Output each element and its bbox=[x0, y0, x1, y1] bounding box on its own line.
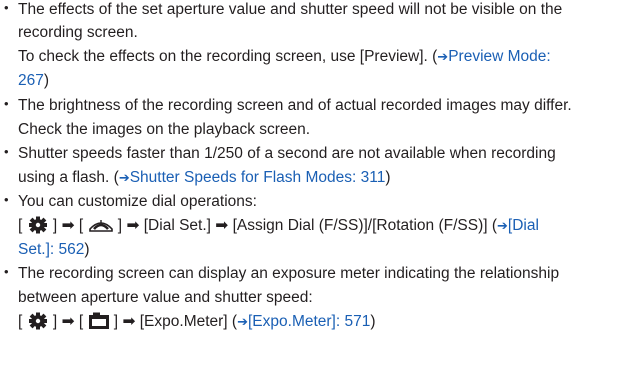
text-span: [ bbox=[78, 217, 88, 234]
text-line: The recording screen can display an expo… bbox=[18, 265, 560, 282]
text-line: The effects of the set aperture value an… bbox=[18, 1, 563, 18]
link-expo-meter[interactable]: [Expo.Meter]: 571 bbox=[248, 313, 370, 330]
text-line: Shutter speeds faster than 1/250 of a se… bbox=[18, 145, 556, 162]
text-span: [ bbox=[18, 313, 27, 330]
text-span: [ bbox=[18, 217, 27, 234]
camera-monitor-icon bbox=[88, 312, 110, 330]
text-line: 267) bbox=[18, 71, 49, 91]
manual-page: • The effects of the set aperture value … bbox=[0, 0, 635, 371]
bullet-marker: • bbox=[4, 192, 9, 207]
text-span: ) bbox=[370, 313, 376, 330]
gear-cog-icon bbox=[27, 312, 49, 330]
dial-icon bbox=[88, 216, 114, 234]
text-line: [ ] ➡ [ ] ➡ [Expo.Meter] (➔[Expo.Meter]:… bbox=[18, 312, 376, 332]
bullet-marker: • bbox=[4, 0, 9, 15]
link-arrow-icon: ➔ bbox=[237, 314, 248, 329]
link-preview-mode-page[interactable]: 267 bbox=[18, 72, 44, 89]
text-line: To check the effects on the recording sc… bbox=[18, 47, 551, 67]
text-span: using a flash. ( bbox=[18, 169, 119, 186]
text-span: ] bbox=[113, 217, 123, 234]
text-line: Check the images on the playback screen. bbox=[18, 121, 311, 138]
text-span: ) bbox=[385, 169, 391, 186]
link-flash-shutter-speeds[interactable]: Shutter Speeds for Flash Modes: 311 bbox=[130, 169, 386, 186]
link-dial-set[interactable]: [Dial bbox=[508, 217, 539, 234]
text-span: [ bbox=[78, 313, 88, 330]
menu-arrow-icon: ➡ bbox=[61, 313, 75, 330]
link-arrow-icon: ➔ bbox=[118, 170, 130, 185]
text-span: [Expo.Meter] ( bbox=[139, 313, 238, 330]
menu-arrow-icon: ➡ bbox=[215, 217, 229, 234]
menu-arrow-icon: ➡ bbox=[122, 313, 136, 330]
bullet-marker: • bbox=[4, 144, 9, 159]
text-line: The brightness of the recording screen a… bbox=[18, 97, 572, 114]
menu-arrow-icon: ➡ bbox=[126, 217, 140, 234]
text-span: To check the effects on the recording sc… bbox=[18, 48, 438, 65]
text-span: ] bbox=[48, 217, 58, 234]
text-span: ] bbox=[109, 313, 119, 330]
text-line: between aperture value and shutter speed… bbox=[18, 289, 313, 306]
text-span: [Assign Dial (F/SS)]/[Rotation (F/SS)] ( bbox=[232, 217, 498, 234]
text-line: using a flash. (➔Shutter Speeds for Flas… bbox=[18, 168, 391, 188]
text-span: ] bbox=[48, 313, 58, 330]
gear-cog-icon bbox=[27, 216, 49, 234]
text-span: ) bbox=[84, 241, 90, 258]
menu-arrow-icon: ➡ bbox=[61, 217, 75, 234]
text-line: Set.]: 562) bbox=[18, 240, 90, 260]
text-line: You can customize dial operations: bbox=[18, 193, 257, 210]
link-dial-set-page[interactable]: Set.]: 562 bbox=[18, 241, 84, 258]
link-arrow-icon: ➔ bbox=[497, 218, 508, 233]
text-line: [ ] ➡ [ ] ➡ [Dial Set.] ➡ [Assign Dial (… bbox=[18, 216, 539, 236]
bullet-marker: • bbox=[4, 96, 9, 111]
text-span: ) bbox=[43, 72, 50, 89]
text-line: recording screen. bbox=[18, 24, 138, 41]
link-preview-mode[interactable]: Preview Mode: bbox=[448, 48, 551, 65]
bullet-marker: • bbox=[4, 264, 9, 279]
link-arrow-icon: ➔ bbox=[437, 49, 449, 64]
text-span: [Dial Set.] bbox=[143, 217, 211, 234]
